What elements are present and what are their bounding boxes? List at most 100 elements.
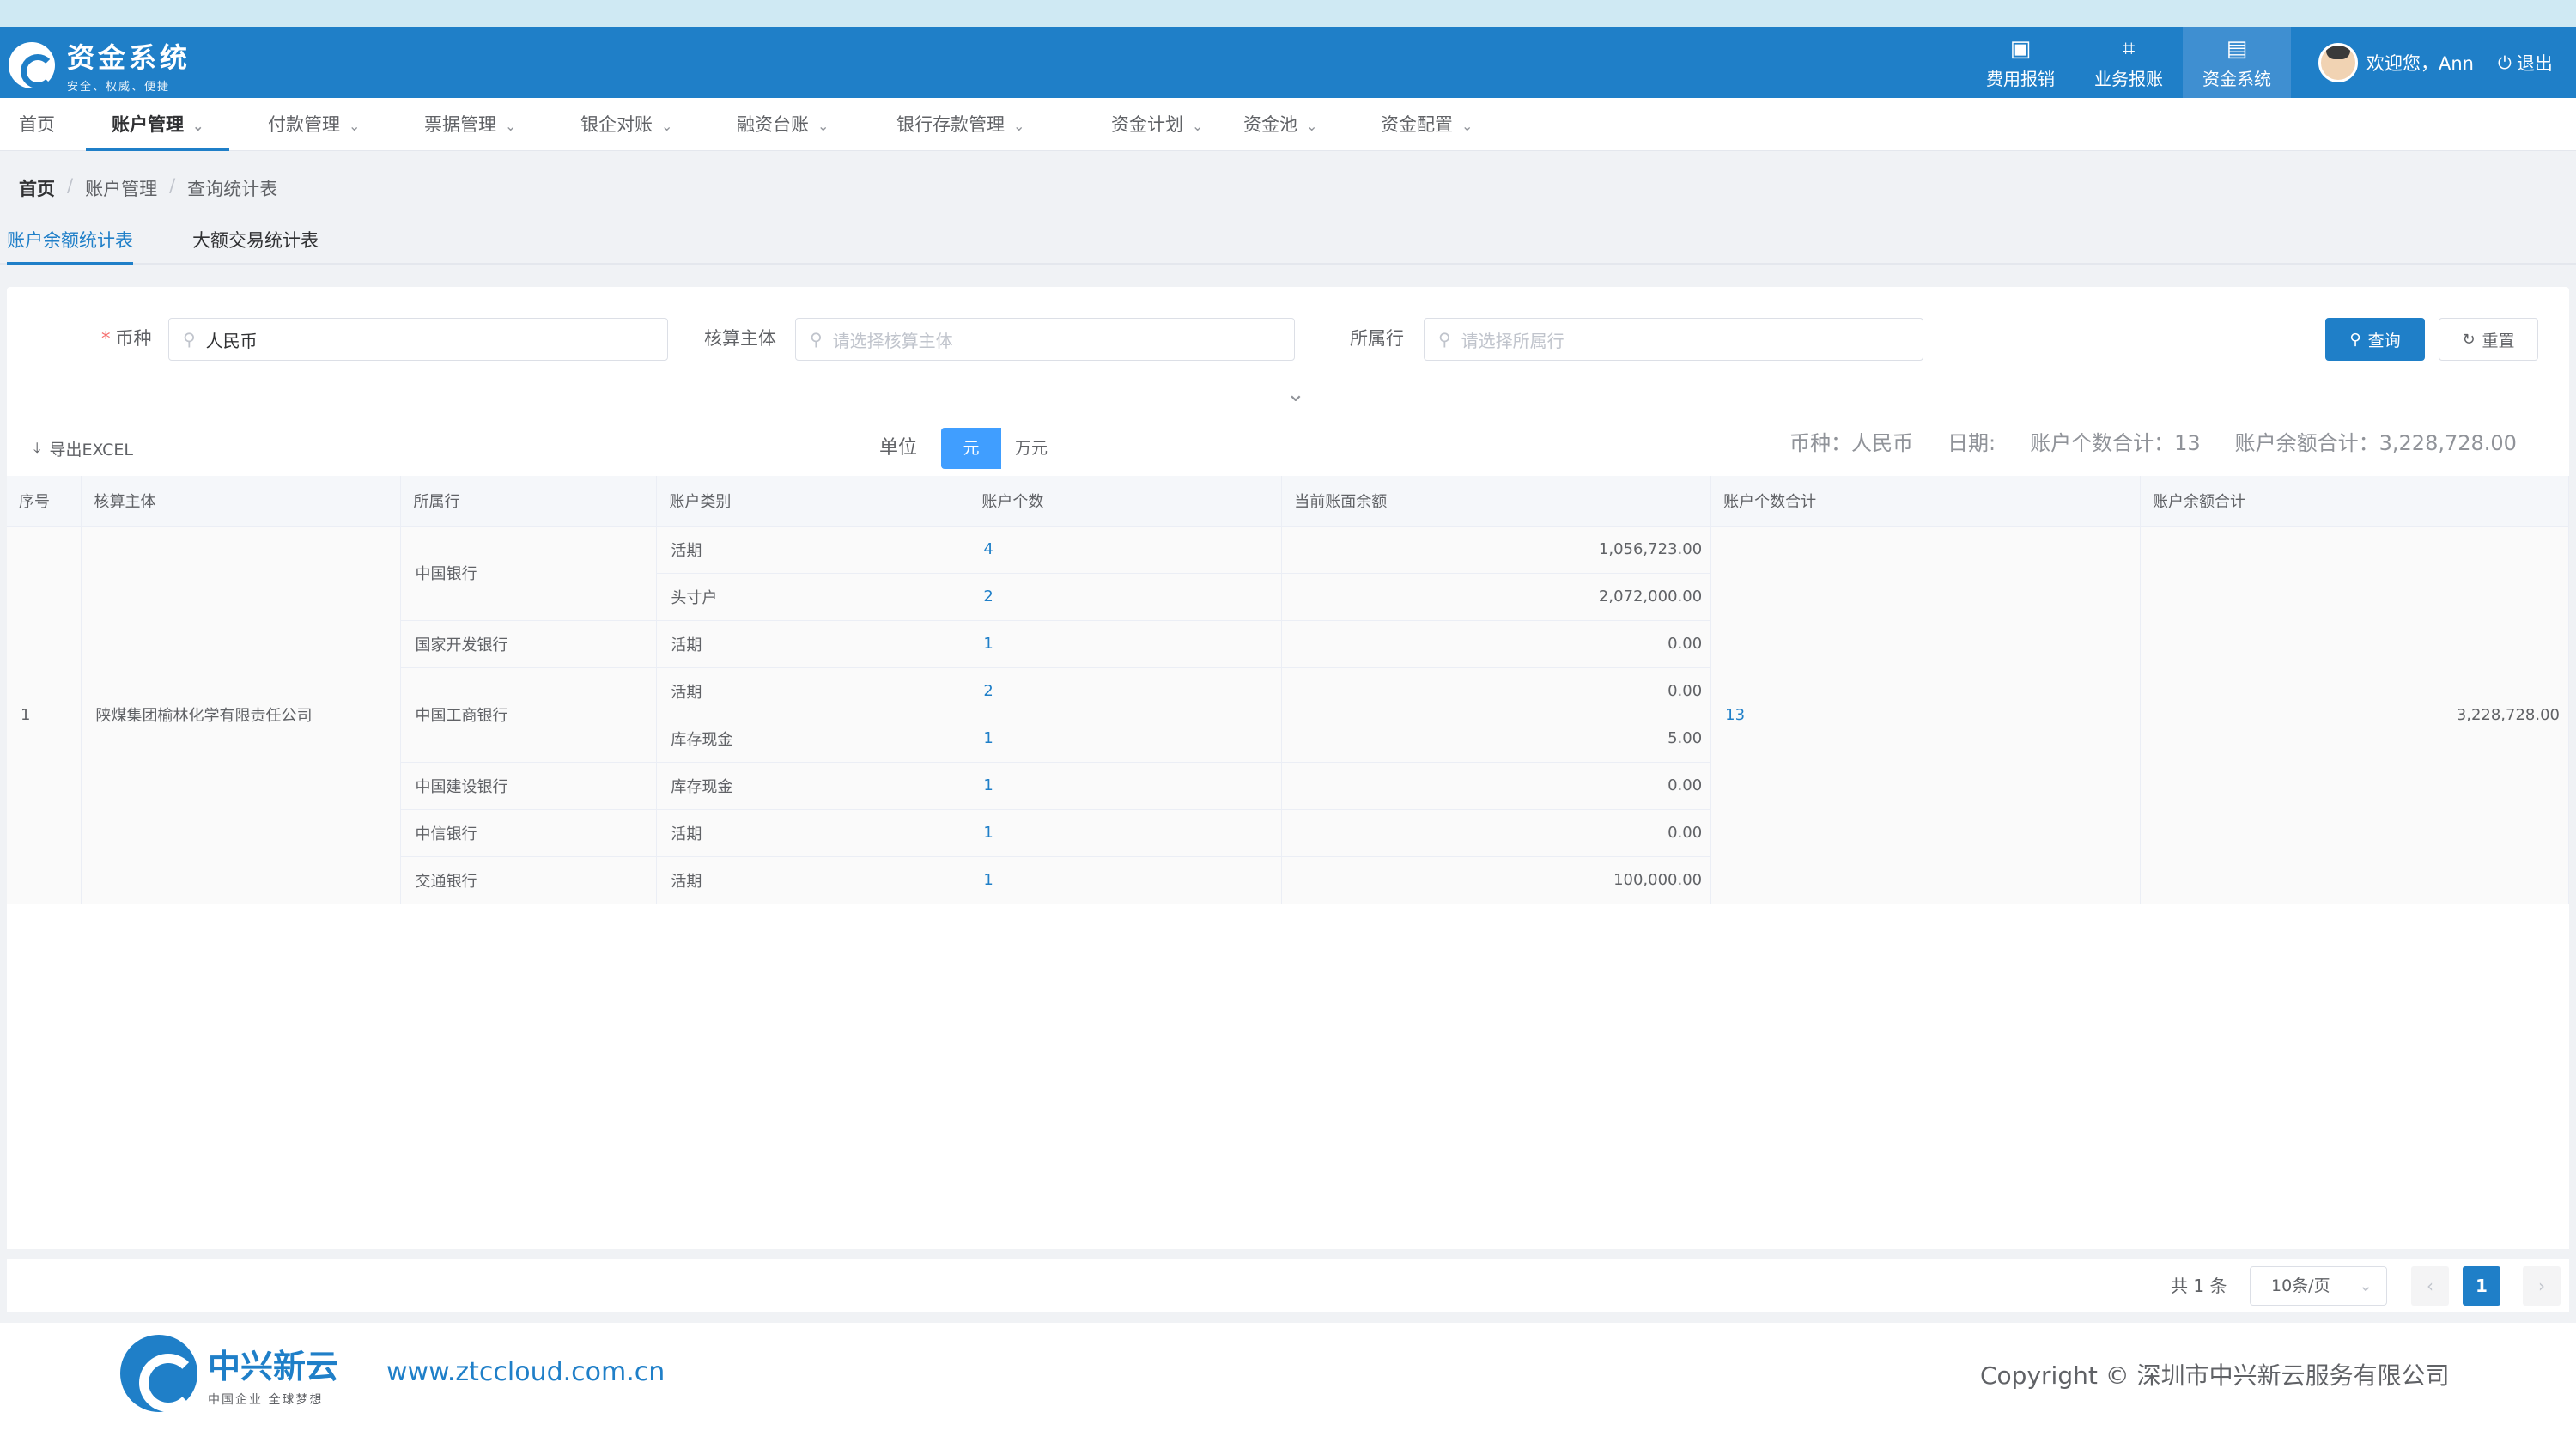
reset-button[interactable]: ↻ 重置 <box>2439 318 2538 361</box>
header-nav-label: 费用报销 <box>1986 68 2055 89</box>
footer-logo: 中兴新云 中国企业 全球梦想 <box>120 1335 338 1412</box>
total-count-link[interactable]: 13 <box>1710 526 2142 904</box>
refresh-icon: ↻ <box>2462 330 2476 349</box>
bank-label: 所属行 <box>1350 328 1404 349</box>
account-type-cell: 头寸户 <box>656 573 970 621</box>
chevron-down-icon: ⌄ <box>1013 118 1025 134</box>
page-size-select[interactable]: 10条/页 ⌄ <box>2250 1266 2387 1306</box>
account-type-cell: 活期 <box>656 620 970 668</box>
document-icon: ▤ <box>2226 35 2248 62</box>
column-header: 账户类别 <box>656 476 970 527</box>
header-nav-item[interactable]: ▤ 资金系统 <box>2183 27 2291 98</box>
bank-cell: 交通银行 <box>400 856 658 904</box>
breadcrumb-item[interactable]: 账户管理 <box>85 175 157 201</box>
top-strip <box>0 0 2576 27</box>
menu-item[interactable]: 账户管理 ⌄ <box>86 98 230 151</box>
footer: 中兴新云 中国企业 全球梦想 www.ztccloud.com.cn Copyr… <box>0 1323 2576 1449</box>
column-header: 账户余额合计 <box>2140 476 2569 527</box>
account-count-link[interactable]: 4 <box>969 526 1283 574</box>
app-title: 资金系统 <box>67 41 191 74</box>
cloud-logo-icon <box>9 41 55 88</box>
logout-button[interactable]: ⏻ 退出 <box>2498 50 2553 76</box>
unit-toggle: 元 万元 <box>941 428 1061 469</box>
menu-item[interactable]: 融资台账 ⌄ <box>737 98 829 151</box>
total-amount-cell: 3,228,728.00 <box>2140 526 2569 904</box>
account-type-cell: 活期 <box>656 667 970 715</box>
user-area: 欢迎您，Ann ⏻ 退出 <box>2318 43 2553 82</box>
table-header-row: 序号 核算主体 所属行 账户类别 账户个数 当前账面余额 账户个数合计 账户余额合计 <box>7 476 2569 527</box>
unit-yuan-button[interactable]: 元 <box>941 428 1001 469</box>
page-1-button[interactable]: 1 <box>2463 1266 2500 1306</box>
prev-page-button[interactable]: ‹ <box>2411 1266 2449 1306</box>
download-icon: ⤓ <box>33 439 41 458</box>
breadcrumb-item[interactable]: 首页 <box>19 175 55 201</box>
row-index: 1 <box>7 526 82 904</box>
account-count-link[interactable]: 2 <box>969 667 1283 715</box>
chevron-down-icon: ⌄ <box>661 118 673 134</box>
wallet-icon: ▣ <box>2009 35 2032 62</box>
header-nav-label: 资金系统 <box>2202 68 2271 89</box>
header-nav-item[interactable]: ⌗ 业务报账 <box>2075 27 2183 98</box>
balance-cell: 0.00 <box>1281 620 1712 668</box>
entity-label: 核算主体 <box>704 328 776 349</box>
account-type-cell: 活期 <box>656 856 970 904</box>
account-count-link[interactable]: 1 <box>969 715 1283 763</box>
breadcrumb-separator: / <box>169 175 176 196</box>
account-type-cell: 库存现金 <box>656 715 970 763</box>
tab-bar: 账户余额统计表 大额交易统计表 <box>0 222 2576 265</box>
account-count-link[interactable]: 2 <box>969 573 1283 621</box>
account-count-link[interactable]: 1 <box>969 856 1283 904</box>
balance-cell: 0.00 <box>1281 809 1712 857</box>
chevron-down-icon: ⌄ <box>817 118 829 134</box>
menu-item[interactable]: 资金池 ⌄ <box>1243 98 1317 151</box>
ledger-icon: ⌗ <box>2122 35 2136 62</box>
bank-cell: 中国建设银行 <box>400 762 658 810</box>
menu-item[interactable]: 付款管理 ⌄ <box>268 98 360 151</box>
bank-cell: 国家开发银行 <box>400 620 658 668</box>
account-count-link[interactable]: 1 <box>969 762 1283 810</box>
header-nav: ▣ 费用报销 ⌗ 业务报账 ▤ 资金系统 <box>1966 27 2291 98</box>
chevron-down-icon[interactable]: ⌄ <box>1286 381 1305 407</box>
unit-wanyuan-button[interactable]: 万元 <box>1001 428 1061 469</box>
menu-item[interactable]: 资金计划 ⌄ <box>1111 98 1203 151</box>
currency-select[interactable]: ⚲ 人民币 <box>168 318 668 361</box>
menu-item[interactable]: 银企对账 ⌄ <box>580 98 672 151</box>
balance-cell: 2,072,000.00 <box>1281 573 1712 621</box>
menu-item[interactable]: 银行存款管理 ⌄ <box>896 98 1024 151</box>
next-page-button[interactable]: › <box>2523 1266 2561 1306</box>
account-type-cell: 活期 <box>656 526 970 574</box>
cloud-logo-icon <box>120 1335 197 1412</box>
app-logo[interactable]: 资金系统 安全、权威、便捷 <box>9 36 191 94</box>
balance-cell: 5.00 <box>1281 715 1712 763</box>
tab-large-transactions[interactable]: 大额交易统计表 <box>192 222 319 265</box>
chevron-down-icon: ⌄ <box>1461 118 1473 134</box>
menu-item[interactable]: 票据管理 ⌄ <box>424 98 516 151</box>
export-excel-button[interactable]: ⤓ 导出EXCEL <box>7 428 160 469</box>
menu-item[interactable]: 首页 <box>19 98 55 151</box>
tab-account-balance[interactable]: 账户余额统计表 <box>7 222 133 265</box>
summary-amount: 账户余额合计：3,228,728.00 <box>2234 431 2517 455</box>
header-nav-item[interactable]: ▣ 费用报销 <box>1966 27 2075 98</box>
summary-count: 账户个数合计：13 <box>2030 431 2201 455</box>
footer-brand-sub: 中国企业 全球梦想 <box>208 1392 324 1407</box>
menu-item[interactable]: 资金配置 ⌄ <box>1381 98 1473 151</box>
column-header: 账户个数合计 <box>1710 476 2142 527</box>
bank-cell: 中信银行 <box>400 809 658 857</box>
currency-label: * 币种 <box>101 328 152 349</box>
avatar[interactable] <box>2318 43 2358 82</box>
query-button[interactable]: ⚲ 查询 <box>2325 318 2425 361</box>
account-count-link[interactable]: 1 <box>969 620 1283 668</box>
balance-cell: 1,056,723.00 <box>1281 526 1712 574</box>
search-icon: ⚲ <box>183 329 196 350</box>
balance-table-card: 序号 核算主体 所属行 账户类别 账户个数 当前账面余额 账户个数合计 账户余额合计 1 陕煤集… <box>7 476 2569 1249</box>
bank-cell: 中国工商银行 <box>400 667 658 763</box>
footer-url[interactable]: www.ztccloud.com.cn <box>386 1357 665 1387</box>
header-nav-label: 业务报账 <box>2094 68 2163 89</box>
account-count-link[interactable]: 1 <box>969 809 1283 857</box>
entity-select[interactable]: ⚲ 请选择核算主体 <box>795 318 1295 361</box>
account-type-cell: 库存现金 <box>656 762 970 810</box>
pagination: 共 1 条 10条/页 ⌄ ‹ 1 › <box>7 1259 2569 1312</box>
table-row: 1 陕煤集团榆林化学有限责任公司 中国银行 活期 4 1,056,723.00 13 3,22… <box>7 526 2569 904</box>
bank-select[interactable]: ⚲ 请选择所属行 <box>1424 318 1923 361</box>
chevron-down-icon: ⌄ <box>1192 118 1204 134</box>
